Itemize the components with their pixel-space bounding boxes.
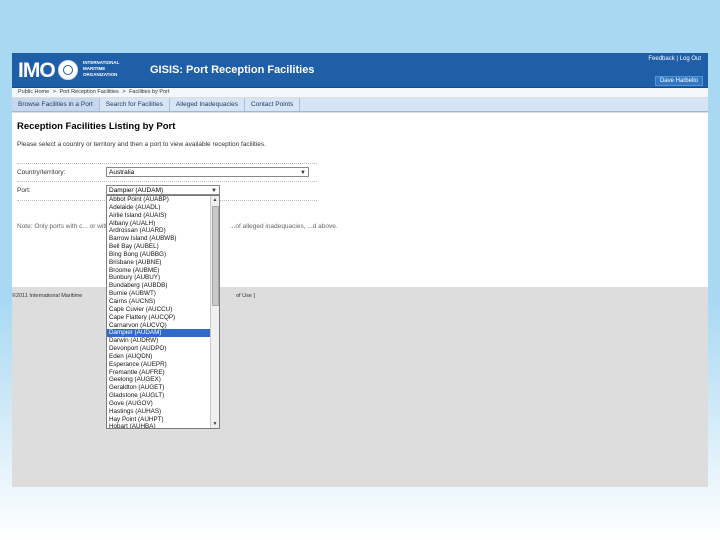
port-option[interactable]: Dampier (AUDAM) [107,329,211,338]
port-option[interactable]: Darwin (AUDRW) [107,337,211,345]
tab-alleged-inadequacies[interactable]: Alleged Inadequacies [170,98,246,111]
port-option[interactable]: Cape Cuvier (AUCCU) [107,306,211,314]
port-option[interactable]: Gove (AUGOV) [107,400,211,408]
chevron-down-icon: ▼ [300,170,306,176]
port-option[interactable]: Hastings (AUHAS) [107,408,211,416]
port-option[interactable]: Geraldton (AUGET) [107,384,211,392]
browser-screenshot: IMO INTERNATIONAL MARITIME ORGANIZATION … [12,53,708,487]
scroll-up-icon[interactable]: ▲ [211,196,219,204]
intro-text: Please select a country or territory and… [17,141,266,148]
port-option[interactable]: Carnarvon (AUCVQ) [107,322,211,330]
port-option[interactable]: Bunbury (AUBUY) [107,274,211,282]
port-option[interactable]: Eden (AUQDN) [107,353,211,361]
breadcrumb: Public Home > Port Reception Facilities … [12,88,708,97]
port-option[interactable]: Barrow Island (AUBWB) [107,235,211,243]
user-button[interactable]: Dave Harbello [654,76,703,86]
port-label: Port: [17,187,31,194]
country-label: Country/territory: [17,169,66,176]
port-option[interactable]: Adelaide (AUADL) [107,204,211,212]
imo-logo-text: IMO [18,59,56,82]
port-option[interactable]: Gladstone (AUGLT) [107,392,211,400]
nav-tabs: Browse Facilities in a Port Search for F… [12,98,708,112]
port-option[interactable]: Cairns (AUCNS) [107,298,211,306]
port-option[interactable]: Bundaberg (AUBDB) [107,282,211,290]
port-select[interactable]: Dampier (AUDAM) ▼ [106,185,220,195]
port-option[interactable]: Esperance (AUEPR) [107,361,211,369]
country-row: Country/territory: Australia ▼ [17,163,317,182]
page-title: Reception Facilities Listing by Port [17,121,176,132]
port-option[interactable]: Devonport (AUDPO) [107,345,211,353]
port-option[interactable]: Geelong (AUGEX) [107,376,211,384]
footer-copyright: ©2011 International Maritime [12,293,83,299]
tab-browse-facilities[interactable]: Browse Facilities in a Port [12,98,100,111]
port-option[interactable]: Bell Bay (AUBEL) [107,243,211,251]
port-option[interactable]: Broome (AUBME) [107,267,211,275]
header-separator: | [676,56,678,62]
port-option[interactable]: Hobart (AUHBA) [107,423,211,428]
breadcrumb-port-reception[interactable]: Port Reception Facilities [59,89,118,95]
dropdown-scrollbar[interactable]: ▲ ▼ [210,196,219,428]
scroll-down-icon[interactable]: ▼ [211,420,219,428]
port-options: Abbot Point (AUABP) Adelaide (AUADL) Airli… [107,196,211,428]
port-option[interactable]: Abbot Point (AUABP) [107,196,211,204]
breadcrumb-public-home[interactable]: Public Home [18,89,49,95]
country-select[interactable]: Australia ▼ [106,167,309,177]
header-links: Feedback | Log Out [648,56,701,62]
port-option[interactable]: Albany (AUALH) [107,220,211,228]
tab-contact-points[interactable]: Contact Points [245,98,301,111]
port-option[interactable]: Ardrossan (AUARD) [107,227,211,235]
port-option[interactable]: Bing Bong (AUBBG) [107,251,211,259]
breadcrumb-current: Facilities by Port [129,89,170,95]
tab-search-facilities[interactable]: Search for Facilities [100,98,170,111]
port-option[interactable]: Fremantle (AUFRE) [107,369,211,377]
site-header: IMO INTERNATIONAL MARITIME ORGANIZATION … [12,53,708,88]
note-text-right: ...of alleged inadequacies, ...d above. [230,223,338,230]
org-name: INTERNATIONAL MARITIME ORGANIZATION [83,60,120,77]
port-option[interactable]: Airlie Island (AUAIS) [107,212,211,220]
port-option[interactable]: Hay Point (AUHPT) [107,416,211,424]
port-dropdown-list[interactable]: Abbot Point (AUABP) Adelaide (AUADL) Airli… [106,195,220,429]
port-option[interactable]: Burnie (AUBWT) [107,290,211,298]
scroll-thumb[interactable] [212,206,219,306]
port-option[interactable]: Brisbane (AUBNE) [107,259,211,267]
app-title: GISIS: Port Reception Facilities [150,64,315,76]
imo-globe-icon [58,60,78,80]
logout-link[interactable]: Log Out [680,56,701,62]
footer-terms-link[interactable]: of Use ] [236,293,255,299]
feedback-link[interactable]: Feedback [648,56,674,62]
port-option[interactable]: Cape Flattery (AUCQP) [107,314,211,322]
